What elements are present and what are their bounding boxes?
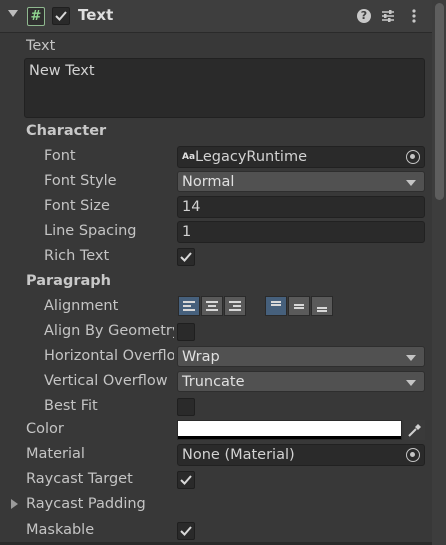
best-fit-label: Best Fit	[44, 398, 98, 414]
font-style-value: Normal	[182, 174, 235, 190]
align-top-button[interactable]	[265, 296, 287, 316]
rich-text-label: Rich Text	[44, 248, 110, 264]
font-value: LegacyRuntime	[195, 149, 307, 165]
paragraph-heading: Paragraph	[26, 273, 111, 289]
expand-arrow-icon[interactable]	[11, 499, 18, 509]
vertical-overflow-label: Vertical Overflow	[44, 373, 168, 389]
horizontal-overflow-label: Horizontal Overflow	[44, 348, 174, 364]
material-label: Material	[26, 446, 85, 462]
checkmark-icon	[180, 526, 192, 536]
checkmark-icon	[180, 252, 192, 262]
vertical-overflow-value: Truncate	[182, 374, 245, 390]
maskable-label: Maskable	[26, 522, 95, 538]
alpha-bar	[178, 436, 401, 439]
color-swatch[interactable]	[177, 420, 402, 440]
align-by-geometry-checkbox[interactable]	[177, 323, 195, 341]
menu-icon[interactable]	[406, 8, 422, 24]
alignment-label: Alignment	[44, 298, 119, 314]
align-left-button[interactable]	[178, 296, 200, 316]
checkmark-icon	[180, 475, 192, 485]
align-by-geometry-label: Align By Geometry	[44, 323, 174, 339]
object-picker-icon[interactable]	[406, 150, 420, 164]
scrollbar-thumb[interactable]	[435, 3, 444, 200]
material-field[interactable]: None (Material)	[177, 444, 425, 466]
checkmark-icon	[55, 11, 67, 21]
align-bottom-button[interactable]	[311, 296, 333, 316]
rich-text-checkbox[interactable]	[177, 248, 195, 266]
foldout-arrow-icon[interactable]	[8, 10, 18, 17]
font-label: Font	[44, 148, 76, 164]
eyedropper-icon[interactable]	[404, 420, 425, 440]
line-spacing-field[interactable]: 1	[177, 221, 425, 243]
font-style-label: Font Style	[44, 173, 117, 189]
preset-icon[interactable]	[380, 8, 396, 24]
best-fit-checkbox[interactable]	[177, 398, 195, 416]
font-style-dropdown[interactable]: Normal	[177, 171, 425, 192]
align-center-button[interactable]	[201, 296, 223, 316]
line-spacing-label: Line Spacing	[44, 223, 137, 239]
font-size-label: Font Size	[44, 198, 110, 214]
chevron-down-icon	[406, 355, 416, 361]
font-field[interactable]: AaLegacyRuntime	[177, 146, 425, 168]
component-title: Text	[78, 6, 114, 24]
chevron-down-icon	[406, 180, 416, 186]
component-enabled-checkbox[interactable]	[52, 7, 70, 25]
script-icon: #	[27, 7, 45, 26]
color-label: Color	[26, 421, 64, 437]
raycast-target-checkbox[interactable]	[177, 471, 195, 489]
horizontal-overflow-dropdown[interactable]: Wrap	[177, 346, 425, 367]
help-icon[interactable]: ?	[357, 9, 371, 23]
maskable-checkbox[interactable]	[177, 522, 195, 540]
object-picker-icon[interactable]	[406, 448, 420, 462]
font-size-field[interactable]: 14	[177, 196, 425, 218]
chevron-down-icon	[406, 380, 416, 386]
vertical-overflow-dropdown[interactable]: Truncate	[177, 371, 425, 392]
align-right-button[interactable]	[224, 296, 246, 316]
character-heading: Character	[26, 123, 107, 139]
horizontal-overflow-value: Wrap	[182, 349, 220, 365]
raycast-padding-label[interactable]: Raycast Padding	[26, 496, 146, 512]
align-middle-button[interactable]	[288, 296, 310, 316]
text-input[interactable]: New Text	[24, 58, 425, 118]
font-asset-icon: Aa	[182, 152, 196, 162]
text-label: Text	[26, 38, 56, 54]
raycast-target-label: Raycast Target	[26, 471, 133, 487]
